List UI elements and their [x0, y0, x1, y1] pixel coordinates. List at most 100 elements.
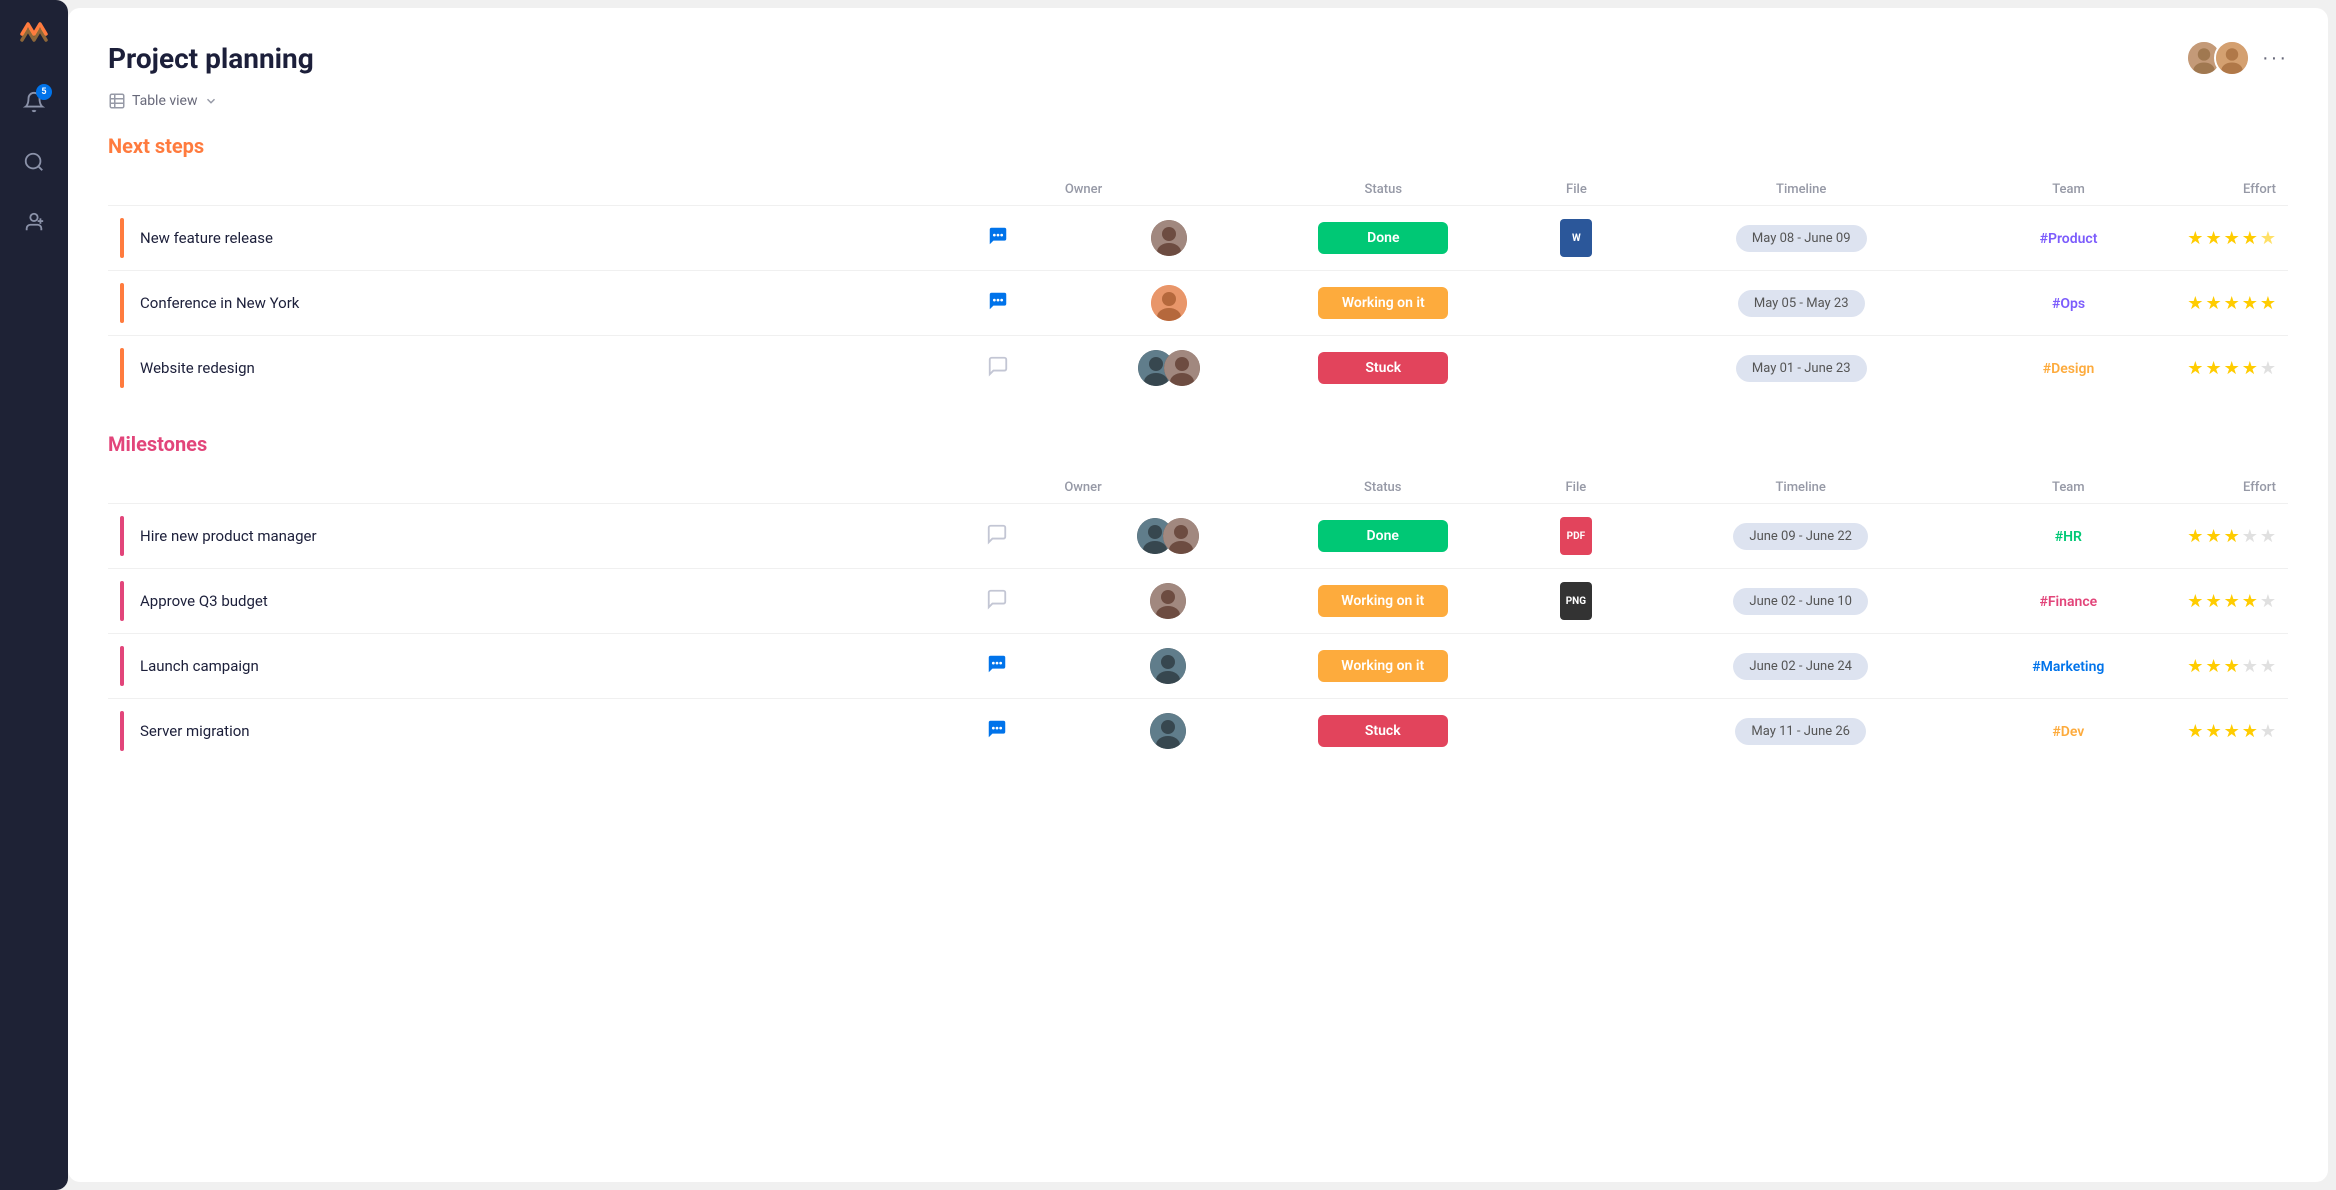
star-empty: ★: [2260, 526, 2276, 547]
row-indicator: [120, 581, 124, 621]
team-tag: #Finance: [2039, 594, 2097, 610]
col-header-timeline: Timeline: [1640, 472, 1961, 504]
row-owner-cell: [1082, 699, 1253, 764]
add-person-icon[interactable]: [16, 204, 52, 240]
col-header-timeline: Timeline: [1641, 174, 1962, 206]
col-header-status: Status: [1254, 174, 1512, 206]
row-owner-cell: [1083, 271, 1254, 336]
star-empty: ★: [2242, 656, 2258, 677]
row-team-cell: #Marketing: [1961, 634, 2175, 699]
effort-stars: ★★★★★: [2187, 526, 2276, 547]
star-filled: ★: [2205, 656, 2221, 677]
table-row: Server migration: [108, 699, 2288, 764]
star-filled: ★: [2205, 526, 2221, 547]
timeline-pill: June 02 - June 10: [1733, 588, 1868, 615]
table-row: Approve Q3 budget Working on: [108, 569, 2288, 634]
star-filled: ★: [2187, 721, 2203, 742]
row-indicator: [120, 646, 124, 686]
col-header-owner: Owner: [913, 174, 1255, 206]
star-filled: ★: [2224, 591, 2240, 612]
row-name: Approve Q3 budget: [140, 592, 268, 610]
star-filled: ★: [2187, 656, 2203, 677]
status-badge: Working on it: [1318, 287, 1448, 319]
effort-stars: ★★★★★: [2187, 358, 2276, 379]
star-empty: ★: [2260, 591, 2276, 612]
star-empty: ★: [2242, 526, 2258, 547]
row-file-cell: [1512, 271, 1640, 336]
star-filled: ★: [2187, 358, 2203, 379]
status-badge: Stuck: [1318, 715, 1448, 747]
row-file-cell: [1512, 699, 1640, 764]
timeline-pill: May 01 - June 23: [1736, 355, 1867, 382]
star-filled: ★: [2224, 358, 2240, 379]
row-file-cell: PNG: [1512, 569, 1640, 634]
row-owner-cell: [1083, 206, 1254, 271]
search-icon[interactable]: [16, 144, 52, 180]
row-indicator: [120, 711, 124, 751]
row-file-cell: [1512, 336, 1640, 401]
page-title: Project planning: [108, 42, 314, 75]
col-header-status: Status: [1254, 472, 1512, 504]
row-name-cell: Website redesign: [108, 336, 913, 401]
effort-stars: ★★★★★: [2187, 591, 2276, 612]
row-effort-cell: ★★★★★: [2175, 336, 2288, 401]
row-status-cell: Done: [1254, 504, 1512, 569]
effort-stars: ★★★★★: [2187, 228, 2276, 249]
notification-badge: 5: [36, 84, 52, 100]
star-half: ★: [2260, 228, 2276, 249]
row-owner-cell: [1083, 336, 1254, 401]
row-file-cell: PDF: [1512, 504, 1640, 569]
effort-stars: ★★★★★: [2187, 721, 2276, 742]
row-status-cell: Working on it: [1254, 569, 1512, 634]
more-options-button[interactable]: ···: [2262, 47, 2288, 70]
row-name-cell: Hire new product manager: [108, 504, 912, 569]
star-filled: ★: [2224, 656, 2240, 677]
star-filled: ★: [2242, 293, 2258, 314]
row-owner-cell: [1082, 504, 1253, 569]
effort-stars: ★★★★★: [2187, 293, 2276, 314]
row-chat-cell: [912, 504, 1082, 569]
star-filled: ★: [2187, 293, 2203, 314]
row-name: Hire new product manager: [140, 527, 317, 545]
row-timeline-cell: May 08 - June 09: [1641, 206, 1962, 271]
row-team-cell: #Ops: [1962, 271, 2175, 336]
section-table: Owner Status File Timeline Team Effort N…: [108, 174, 2288, 400]
sidebar: 5: [0, 0, 68, 1190]
chat-inactive-icon: [986, 526, 1008, 550]
section-table: Owner Status File Timeline Team Effort H…: [108, 472, 2288, 763]
row-chat-cell: [912, 699, 1082, 764]
star-filled: ★: [2187, 591, 2203, 612]
row-owner-cell: [1082, 634, 1253, 699]
row-effort-cell: ★★★★★: [2175, 271, 2288, 336]
row-team-cell: #Design: [1962, 336, 2175, 401]
owner-avatar: [1151, 285, 1187, 321]
section-next-steps: Next steps Owner Status File Timeline Te…: [108, 134, 2288, 400]
notifications-icon[interactable]: 5: [16, 84, 52, 120]
row-owner-cell: [1082, 569, 1253, 634]
chat-active-icon: [986, 656, 1008, 680]
table-row: Website redesign: [108, 336, 2288, 401]
row-indicator: [120, 218, 124, 258]
col-header-team: Team: [1962, 174, 2175, 206]
col-header-owner: Owner: [912, 472, 1254, 504]
star-filled: ★: [2205, 358, 2221, 379]
chat-active-icon: [986, 721, 1008, 745]
section-title: Next steps: [108, 134, 2288, 158]
status-badge: Working on it: [1318, 650, 1448, 682]
team-tag: #Marketing: [2032, 659, 2104, 675]
row-status-cell: Working on it: [1254, 634, 1512, 699]
app-logo[interactable]: [16, 16, 52, 52]
team-tag: #Product: [2040, 231, 2098, 247]
row-indicator: [120, 283, 124, 323]
row-status-cell: Stuck: [1254, 699, 1512, 764]
col-header-file: File: [1512, 472, 1640, 504]
status-badge: Stuck: [1318, 352, 1448, 384]
col-header-name: [108, 472, 912, 504]
chevron-down-icon: [204, 94, 218, 108]
view-label: Table view: [132, 93, 198, 109]
star-empty: ★: [2260, 358, 2276, 379]
row-name: Launch campaign: [140, 657, 259, 675]
team-tag: #HR: [2055, 529, 2082, 545]
owner-avatars: [1138, 350, 1200, 386]
view-toggle[interactable]: Table view: [108, 92, 2288, 110]
